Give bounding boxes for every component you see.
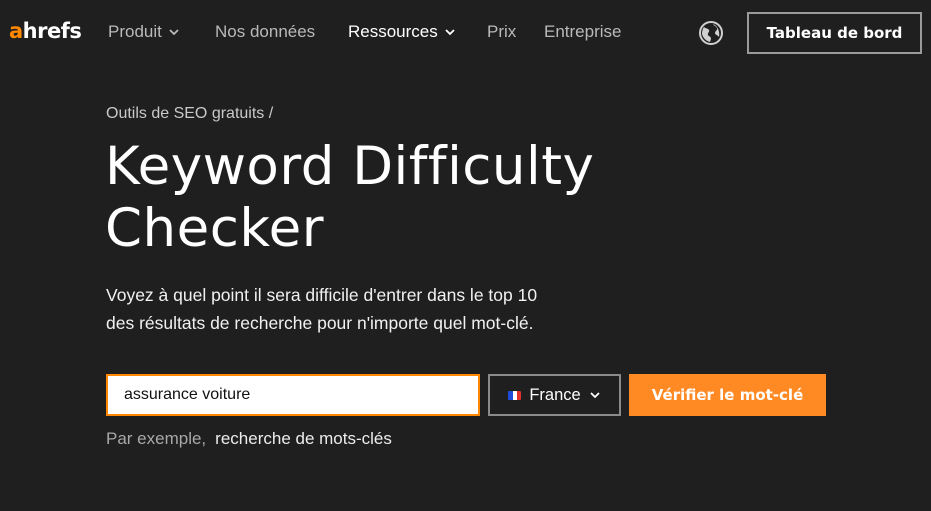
page-title: Keyword Difficulty Checker	[105, 136, 805, 260]
subtitle-line-2: des résultats de recherche pour n'import…	[106, 313, 534, 333]
nav-item-entreprise[interactable]: Entreprise	[544, 20, 621, 44]
page-title-line-1: Keyword Difficulty	[105, 136, 595, 197]
top-navigation: ahrefs Produit Nos données Ressources Pr…	[0, 0, 931, 66]
example-hint: Par exemple, recherche de mots-clés	[106, 427, 392, 451]
country-select[interactable]: France	[488, 374, 621, 416]
nav-item-label: Produit	[108, 22, 162, 41]
breadcrumb[interactable]: Outils de SEO gratuits /	[106, 103, 273, 125]
nav-item-label: Prix	[487, 22, 517, 41]
nav-item-nos-donnees[interactable]: Nos données	[215, 20, 315, 44]
keyword-input[interactable]	[106, 374, 480, 416]
nav-item-produit[interactable]: Produit	[108, 20, 180, 44]
logo-text: hrefs	[22, 19, 82, 43]
nav-item-ressources[interactable]: Ressources	[348, 20, 456, 44]
globe-icon[interactable]	[698, 20, 724, 46]
ahrefs-logo[interactable]: ahrefs	[9, 16, 82, 46]
chevron-down-icon	[589, 389, 601, 401]
dashboard-button[interactable]: Tableau de bord	[747, 12, 922, 54]
nav-item-label: Nos données	[215, 22, 316, 41]
nav-item-prix[interactable]: Prix	[487, 20, 516, 44]
page-subtitle: Voyez à quel point il sera difficile d'e…	[106, 281, 626, 337]
logo-accent-letter: a	[9, 19, 23, 43]
chevron-down-icon	[444, 26, 456, 38]
subtitle-line-1: Voyez à quel point il sera difficile d'e…	[106, 285, 538, 305]
france-flag-icon	[508, 390, 522, 400]
example-link[interactable]: recherche de mots-clés	[215, 427, 392, 451]
nav-item-label: Entreprise	[544, 22, 622, 41]
nav-item-label: Ressources	[348, 22, 438, 41]
chevron-down-icon	[168, 26, 180, 38]
check-keyword-button[interactable]: Vérifier le mot-clé	[629, 374, 826, 416]
page-title-line-2: Checker	[105, 198, 325, 259]
example-label: Par exemple,	[106, 429, 207, 448]
country-label: France	[529, 385, 581, 404]
